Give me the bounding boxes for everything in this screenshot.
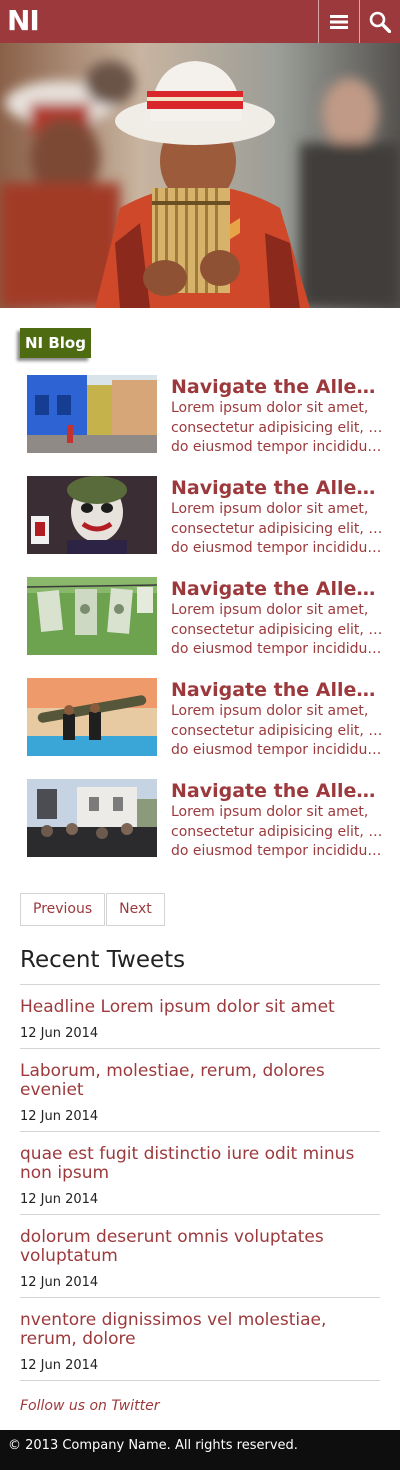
logo[interactable]: NI <box>7 4 40 38</box>
blog-article[interactable]: Navigate the Allegheny River Lorem ipsum… <box>27 678 387 758</box>
article-thumbnail[interactable] <box>27 678 157 756</box>
excerpt-line: Lorem ipsum dolor sit amet, <box>171 804 369 820</box>
tweet-date: 12 Jun 2014 <box>20 1192 99 1207</box>
excerpt-line: do eiusmod tempor incididunt ut <box>171 843 383 859</box>
excerpt-line: Lorem ipsum dolor sit amet, <box>171 400 369 416</box>
footer: © 2013 Company Name. All rights reserved… <box>0 1430 400 1470</box>
blog-badge: NI Blog <box>20 328 91 358</box>
article-thumbnail[interactable] <box>27 779 157 857</box>
blog-article[interactable]: Navigate the Allegheny River Lorem ipsum… <box>27 779 387 859</box>
article-title[interactable]: Navigate the Allegheny River <box>171 476 383 500</box>
tweet-date: 12 Jun 2014 <box>20 1026 99 1041</box>
tweet-link[interactable]: dolorum deserunt omnis voluptates volupt… <box>20 1228 380 1266</box>
blog-article[interactable]: Navigate the Allegheny River Lorem ipsum… <box>27 476 387 556</box>
search-icon <box>369 11 391 33</box>
article-thumbnail[interactable] <box>27 476 157 554</box>
tweet-item: dolorum deserunt omnis voluptates volupt… <box>20 1215 380 1298</box>
menu-button[interactable] <box>318 0 359 43</box>
follow-twitter-link[interactable]: Follow us on Twitter <box>20 1397 159 1415</box>
next-button[interactable]: Next <box>106 893 165 926</box>
tweet-link[interactable]: Laborum, molestiae, rerum, dolores eveni… <box>20 1062 380 1100</box>
article-thumbnail[interactable] <box>27 577 157 655</box>
excerpt-line: Lorem ipsum dolor sit amet, <box>171 602 369 618</box>
excerpt-line: consectetur adipisicing elit, sed <box>171 823 383 840</box>
tweet-link[interactable]: nventore dignissimos vel molestiae, reru… <box>20 1311 380 1349</box>
article-title[interactable]: Navigate the Allegheny River <box>171 577 383 601</box>
hero-image <box>0 43 400 308</box>
article-excerpt: Lorem ipsum dolor sit amet, consectetur … <box>171 500 383 559</box>
tweet-item: Headline Lorem ipsum dolor sit amet 12 J… <box>20 985 380 1049</box>
article-title[interactable]: Navigate the Allegheny River <box>171 375 383 399</box>
tweet-date: 12 Jun 2014 <box>20 1109 99 1124</box>
pagination: Previous Next <box>20 893 165 926</box>
tweet-item: quae est fugit distinctio iure odit minu… <box>20 1132 380 1215</box>
excerpt-line: consectetur adipisicing elit, sed <box>171 520 383 537</box>
excerpt-line: consectetur adipisicing elit, sed <box>171 621 383 638</box>
article-excerpt: Lorem ipsum dolor sit amet, consectetur … <box>171 601 383 660</box>
hamburger-menu-icon <box>330 14 348 29</box>
article-title[interactable]: Navigate the Allegheny River <box>171 678 383 702</box>
excerpt-line: do eiusmod tempor incididunt ut <box>171 742 383 758</box>
tweet-date: 12 Jun 2014 <box>20 1358 99 1373</box>
article-excerpt: Lorem ipsum dolor sit amet, consectetur … <box>171 399 383 458</box>
tweet-item: nventore dignissimos vel molestiae, reru… <box>20 1298 380 1381</box>
tweet-item: Laborum, molestiae, rerum, dolores eveni… <box>20 1049 380 1132</box>
article-thumbnail[interactable] <box>27 375 157 453</box>
tweet-link[interactable]: Headline Lorem ipsum dolor sit amet <box>20 998 380 1017</box>
tweet-date: 12 Jun 2014 <box>20 1275 99 1290</box>
excerpt-line: do eiusmod tempor incididunt ut <box>171 641 383 657</box>
excerpt-line: consectetur adipisicing elit, sed <box>171 722 383 739</box>
previous-button[interactable]: Previous <box>20 893 106 926</box>
tweet-link[interactable]: quae est fugit distinctio iure odit minu… <box>20 1145 380 1183</box>
blog-article[interactable]: Navigate the Allegheny River Lorem ipsum… <box>27 375 387 455</box>
tweet-list: Headline Lorem ipsum dolor sit amet 12 J… <box>20 984 380 1381</box>
copyright-text: © 2013 Company Name. All rights reserved… <box>8 1438 298 1453</box>
excerpt-line: consectetur adipisicing elit, sed <box>171 419 383 436</box>
article-excerpt: Lorem ipsum dolor sit amet, consectetur … <box>171 803 383 862</box>
article-title[interactable]: Navigate the Allegheny River <box>171 779 383 803</box>
excerpt-line: Lorem ipsum dolor sit amet, <box>171 501 369 517</box>
excerpt-line: do eiusmod tempor incididunt ut <box>171 439 383 455</box>
top-header: NI <box>0 0 400 43</box>
search-button[interactable] <box>359 0 400 43</box>
blog-article[interactable]: Navigate the Allegheny River Lorem ipsum… <box>27 577 387 657</box>
recent-tweets-heading: Recent Tweets <box>20 947 186 973</box>
excerpt-line: Lorem ipsum dolor sit amet, <box>171 703 369 719</box>
excerpt-line: do eiusmod tempor incididunt ut <box>171 540 383 556</box>
article-excerpt: Lorem ipsum dolor sit amet, consectetur … <box>171 702 383 761</box>
